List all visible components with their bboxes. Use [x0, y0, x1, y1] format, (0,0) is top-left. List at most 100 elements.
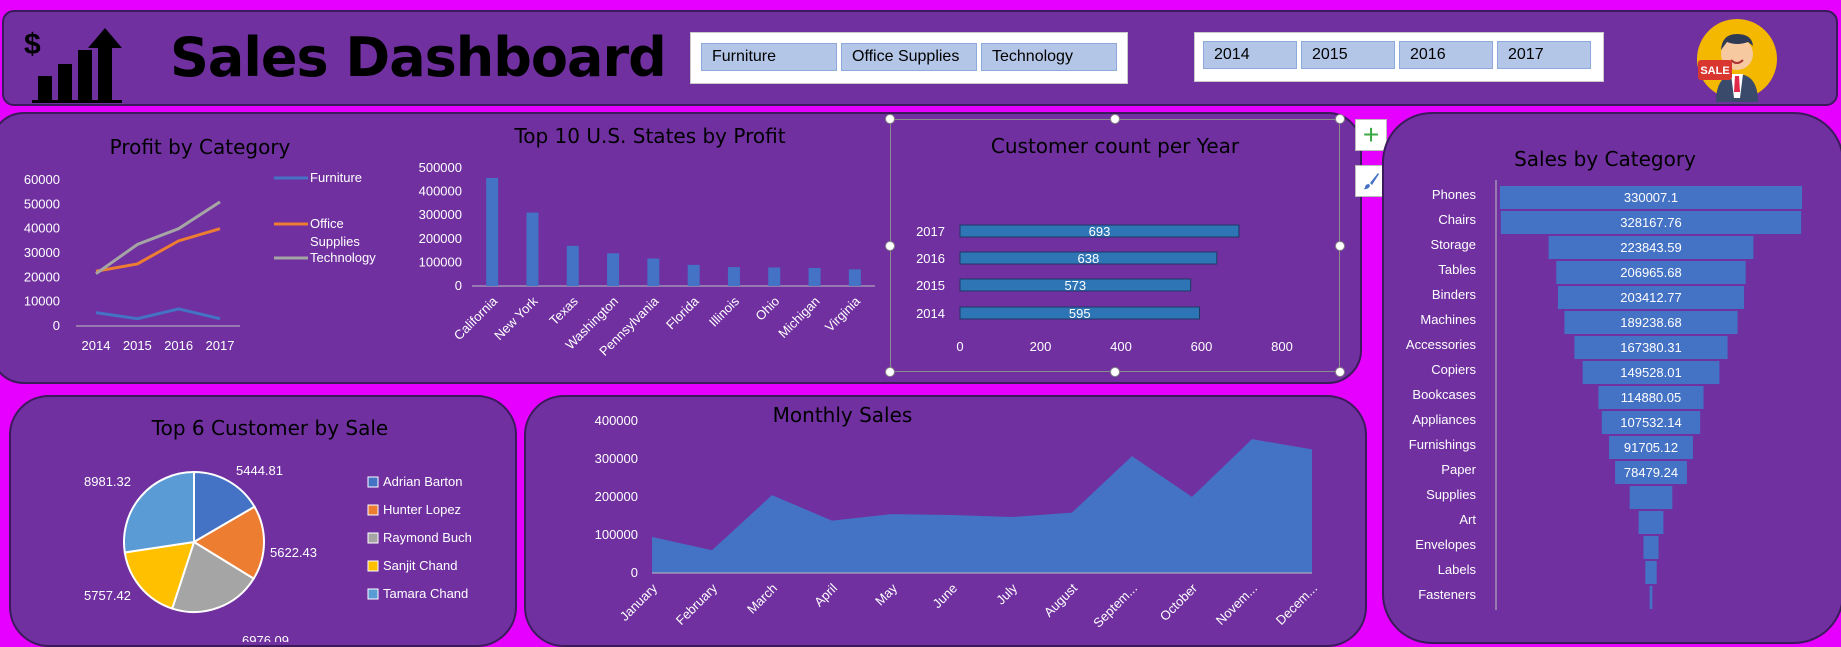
bar-supplies [1629, 486, 1673, 509]
y-tick-label: Labels [1438, 562, 1477, 577]
slicer-item-technology[interactable]: Technology [981, 43, 1117, 71]
resize-handle[interactable] [1335, 367, 1345, 377]
y-tick-label: 2016 [916, 251, 945, 266]
data-label: 328167.76 [1620, 215, 1681, 230]
year-slicer: 2014 2015 2016 2017 [1194, 32, 1604, 82]
y-tick-label: Copiers [1431, 362, 1476, 377]
slicer-item-2015[interactable]: 2015 [1301, 41, 1395, 69]
resize-handle[interactable] [885, 114, 895, 124]
profit-by-category-title: Profit by Category [109, 135, 291, 159]
x-tick-label: August [1041, 580, 1080, 619]
data-label: 189238.68 [1620, 315, 1681, 330]
slicer-item-2016[interactable]: 2016 [1399, 41, 1493, 69]
resize-handle[interactable] [885, 241, 895, 251]
x-tick-label: 2017 [206, 338, 235, 353]
y-tick-label: 300000 [419, 207, 462, 222]
series-line-furniture [95, 307, 221, 321]
y-tick-label: Binders [1432, 287, 1477, 302]
y-tick-label: 40000 [24, 221, 60, 236]
legend-label: Sanjit Chand [383, 558, 457, 573]
x-tick-label: March [744, 581, 780, 617]
x-tick-label: 2014 [82, 338, 111, 353]
y-tick-label: Fasteners [1418, 587, 1476, 602]
bar-new-york [526, 212, 539, 286]
y-tick-label: Tables [1438, 262, 1476, 277]
y-tick-label: Accessories [1406, 337, 1477, 352]
y-tick-label: 0 [53, 318, 60, 333]
y-tick-label: 2015 [916, 278, 945, 293]
x-tick-label: February [673, 580, 721, 628]
x-tick-label: May [872, 580, 900, 608]
slicer-item-office-supplies[interactable]: Office Supplies [841, 43, 977, 71]
resize-handle[interactable] [1110, 367, 1120, 377]
y-tick-label: 10000 [24, 294, 60, 309]
resize-handle[interactable] [1335, 114, 1345, 124]
bar-michigan [808, 268, 821, 286]
top-customers-chart: 5444.81 5622.43 6976.09 5757.42 8981.32 Adria… [84, 463, 472, 642]
legend-swatch [367, 532, 379, 544]
sales-by-category-chart: Phones 330007.1 Chairs 328167.76 Storage 2238… [1406, 180, 1802, 610]
sales-by-category-title: Sales by Category [1514, 147, 1696, 171]
y-tick-label: 200000 [595, 489, 638, 504]
legend-swatch [367, 504, 379, 516]
top-customers-title: Top 6 Customer by Sale [151, 416, 389, 440]
data-label: 223843.59 [1620, 240, 1681, 255]
monthly-sales-chart: 400000 300000 200000 100000 0January February… [595, 413, 1321, 630]
bar-illinois [727, 267, 740, 286]
y-tick-label: Appliances [1412, 412, 1476, 427]
y-tick-label: 500000 [419, 160, 462, 175]
data-label: 206965.68 [1620, 265, 1681, 280]
bar-virginia [848, 269, 861, 286]
profit-by-category-chart: 60000 50000 40000 30000 20000 10000 0 2014 2015 2… [24, 170, 376, 353]
data-label: 107532.14 [1620, 415, 1681, 430]
data-label: 114880.05 [1621, 390, 1682, 405]
y-tick-label: 100000 [419, 254, 462, 269]
y-tick-label: Chairs [1438, 212, 1476, 227]
x-tick-label: Decem... [1273, 581, 1320, 628]
bar-pennsylvania [647, 258, 660, 286]
slicer-item-2017[interactable]: 2017 [1497, 41, 1591, 69]
x-tick-label: October [1157, 580, 1201, 624]
x-tick-label: January [617, 580, 661, 624]
data-label: 8981.32 [84, 474, 131, 489]
slice-tamara-chand [123, 470, 195, 554]
x-tick-label: July [993, 580, 1020, 607]
dollar-bar-chart-arrow-icon: $ [24, 28, 122, 103]
y-tick-label: 30000 [24, 245, 60, 260]
x-tick-label: June [930, 581, 961, 612]
x-tick-label: 0 [956, 339, 963, 354]
y-tick-label: Machines [1420, 312, 1476, 327]
top-states-chart: 5000004000003000002000001000000Californi… [419, 160, 875, 358]
x-tick-label: 400 [1110, 339, 1132, 354]
page-title: Sales Dashboard [170, 26, 667, 89]
bar-washington [607, 253, 620, 286]
resize-handle[interactable] [1110, 114, 1120, 124]
resize-handle[interactable] [1335, 241, 1345, 251]
slicer-item-2014[interactable]: 2014 [1203, 41, 1297, 69]
chart-elements-button[interactable]: + [1355, 119, 1387, 151]
x-tick-label: 200 [1030, 339, 1052, 354]
bar-texas [566, 245, 579, 286]
customer-count-title: Customer count per Year [990, 134, 1240, 158]
y-tick-label: 0 [455, 278, 462, 293]
x-tick-label: Florida [663, 293, 702, 332]
y-tick-label: Paper [1441, 462, 1476, 477]
legend-label: Hunter Lopez [383, 502, 461, 517]
y-tick-label: 300000 [595, 451, 638, 466]
x-tick-label: 800 [1271, 339, 1293, 354]
x-tick-label: Michigan [775, 294, 822, 341]
slicer-item-furniture[interactable]: Furniture [701, 43, 837, 71]
bar-california [486, 177, 499, 286]
bar-florida [687, 264, 700, 286]
x-tick-label: New York [491, 293, 541, 343]
legend-label: Tamara Chand [383, 586, 468, 601]
x-tick-label: 2016 [164, 338, 193, 353]
paintbrush-icon [1363, 173, 1379, 190]
resize-handle[interactable] [885, 367, 895, 377]
data-label: 638 [1078, 251, 1100, 266]
x-tick-label: April [811, 580, 840, 609]
y-tick-label: 60000 [24, 172, 60, 187]
category-slicer: Furniture Office Supplies Technology [690, 32, 1128, 84]
legend-label: Raymond Buch [383, 530, 472, 545]
y-tick-label: 100000 [595, 527, 638, 542]
